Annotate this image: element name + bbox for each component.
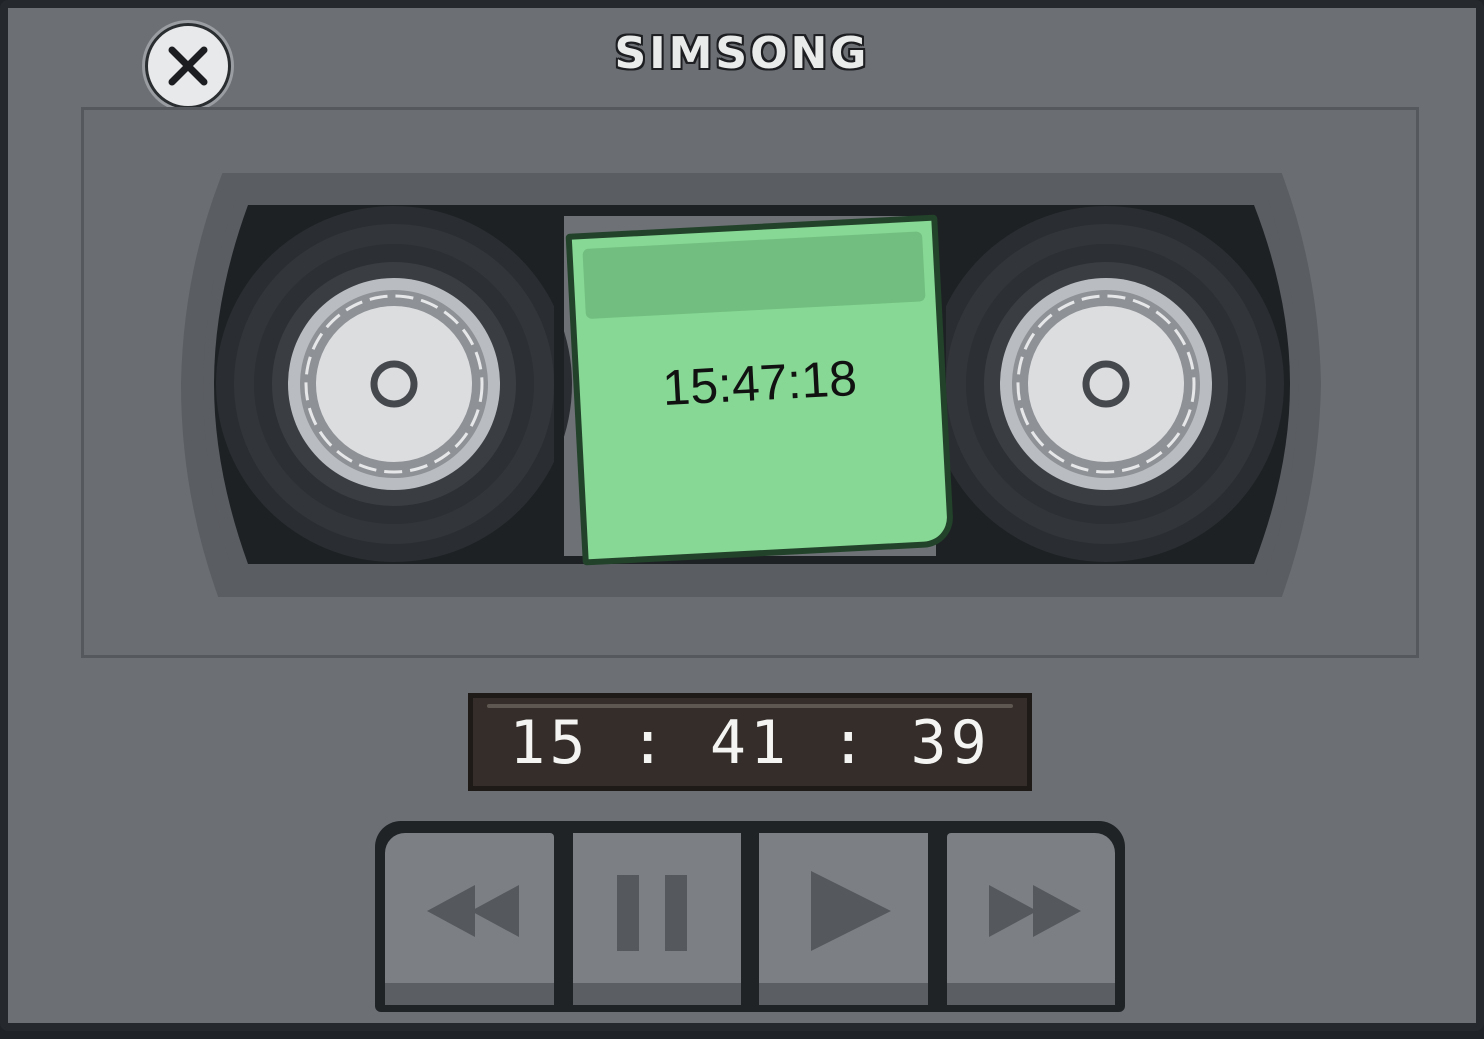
rewind-button[interactable] (385, 833, 554, 1005)
fast-forward-button[interactable] (947, 833, 1115, 1005)
sticky-note-time: 15:47:18 (660, 349, 859, 417)
right-reel (928, 206, 1284, 562)
play-button[interactable] (759, 833, 928, 1005)
sticky-note-strip (582, 231, 926, 320)
play-icon (811, 871, 891, 951)
time-counter-display: 15 : 41 : 39 (468, 693, 1032, 791)
transport-controls (375, 821, 1125, 1012)
sticky-note-label: 15:47:18 (565, 214, 955, 566)
rewind-icon (427, 885, 519, 937)
pause-button[interactable] (573, 833, 741, 1005)
counter-time: 15 : 41 : 39 (509, 708, 991, 778)
pause-icon (617, 875, 687, 951)
tape-player-panel: SIMSONG 15:47:18 15: 41: 39 (0, 0, 1484, 1031)
fast-forward-icon (989, 885, 1081, 937)
left-reel (216, 206, 572, 562)
